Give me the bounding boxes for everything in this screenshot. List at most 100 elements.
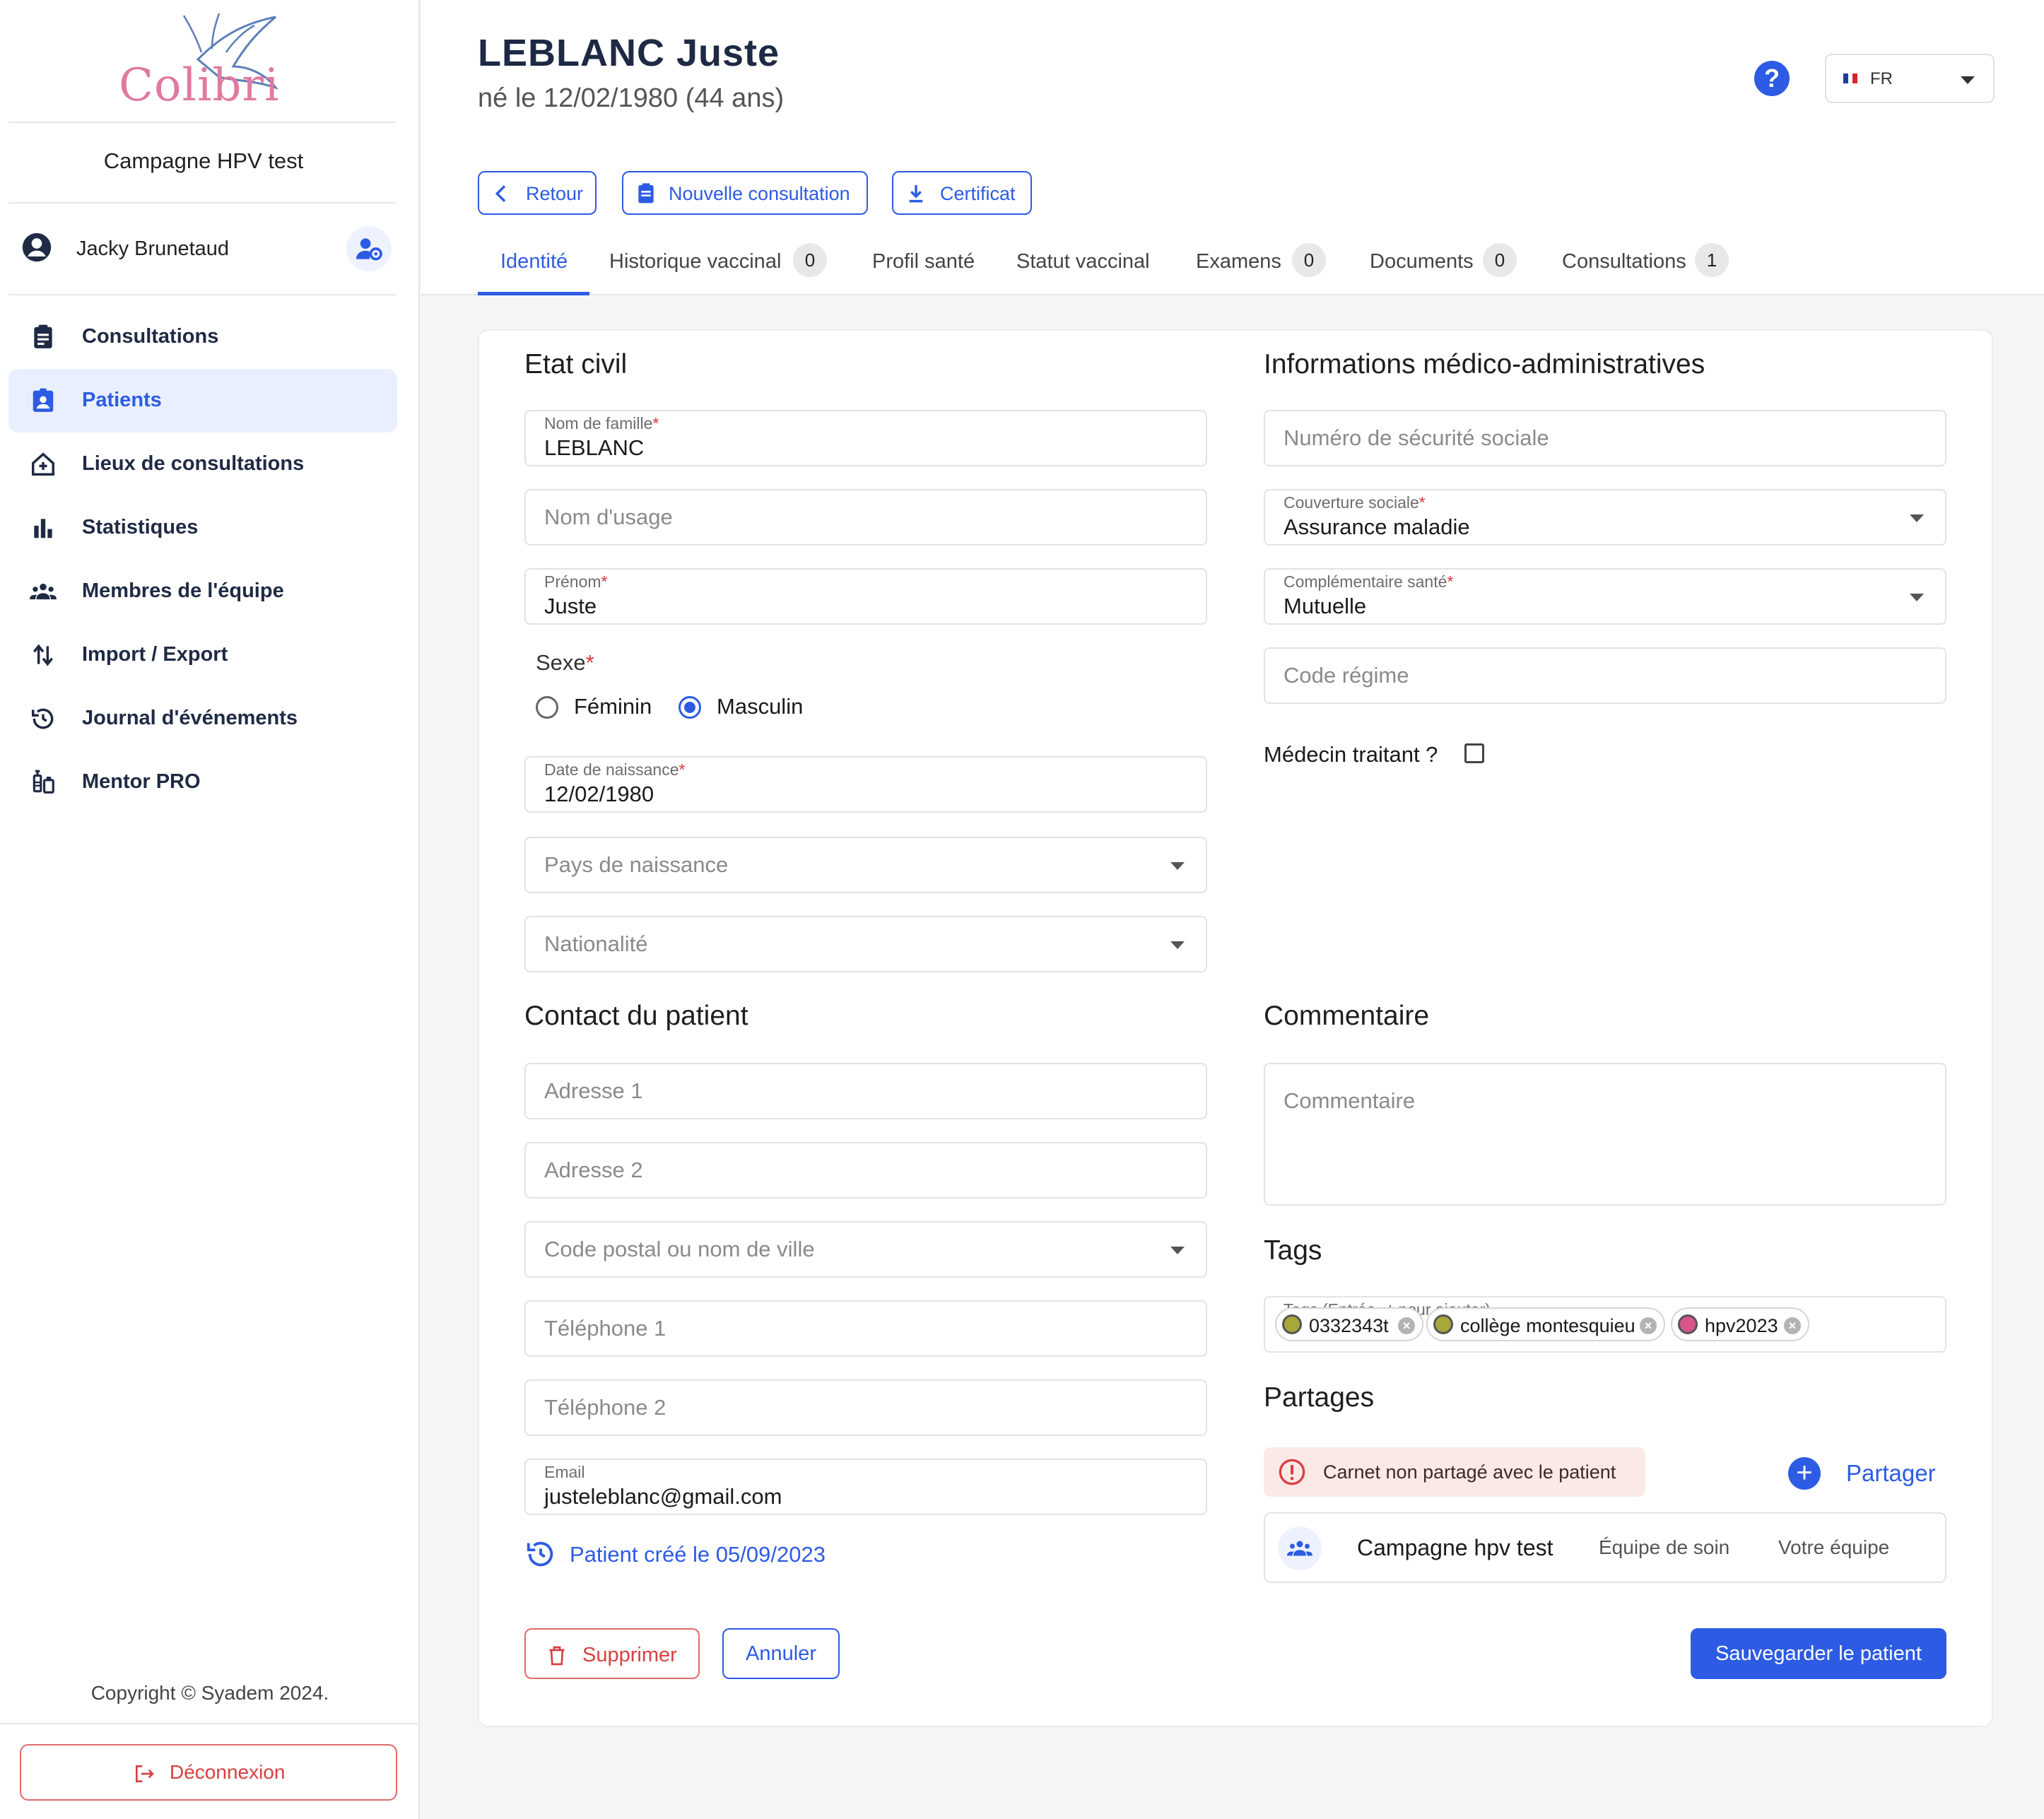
telephone1-field[interactable]: Téléphone 1	[524, 1300, 1207, 1357]
tag-color-dot	[1678, 1314, 1698, 1334]
sidebar-item-import-export[interactable]: Import / Export	[8, 623, 397, 687]
sidebar-item-membres[interactable]: Membres de l'équipe	[8, 560, 397, 623]
tag-label: hpv2023	[1705, 1315, 1778, 1336]
chevron-down-icon	[1170, 1247, 1185, 1254]
field-value: Assurance maladie	[1284, 514, 1470, 539]
section-title-commentaire: Commentaire	[1264, 1001, 1430, 1031]
history-icon	[527, 1541, 553, 1567]
field-value: justeleblanc@gmail.com	[544, 1484, 782, 1509]
prenom-field[interactable]: Prénom* Juste	[524, 568, 1207, 625]
tab-profil-sante[interactable]: Profil santé	[872, 233, 978, 295]
chevron-down-icon	[1910, 594, 1924, 601]
share-team-type: Équipe de soin	[1599, 1536, 1730, 1558]
field-placeholder: Pays de naissance	[544, 852, 729, 877]
divider	[8, 122, 396, 123]
share-team-owner: Votre équipe	[1778, 1536, 1890, 1558]
certificate-label: Certificat	[940, 183, 1016, 204]
field-label: Prénom*	[544, 572, 608, 591]
email-field[interactable]: Email justeleblanc@gmail.com	[524, 1459, 1207, 1515]
tab-label: Profil santé	[872, 250, 975, 273]
telephone2-field[interactable]: Téléphone 2	[524, 1379, 1207, 1436]
nom-famille-field[interactable]: Nom de famille* LEBLANC	[524, 410, 1207, 466]
back-button[interactable]: Retour	[478, 171, 597, 215]
field-placeholder: Adresse 2	[544, 1158, 643, 1182]
sidebar-item-label: Patients	[82, 389, 162, 411]
tab-count-badge: 1	[1695, 243, 1729, 277]
code-regime-field[interactable]: Code régime	[1264, 647, 1946, 704]
radio-masculin[interactable]	[679, 696, 701, 719]
tab-identite[interactable]: Identité	[478, 233, 589, 295]
adresse2-field[interactable]: Adresse 2	[524, 1142, 1207, 1199]
remove-tag-icon[interactable]: ×	[1398, 1317, 1415, 1334]
sidebar: Colibri Campagne HPV test Jacky Brunetau…	[0, 0, 420, 1819]
tag-chip: hpv2023 ×	[1671, 1307, 1809, 1341]
medecin-traitant-label: Médecin traitant ?	[1264, 742, 1438, 767]
radio-feminin[interactable]	[536, 696, 558, 719]
sidebar-item-patients[interactable]: Patients	[8, 369, 397, 432]
tab-statut-vaccinal[interactable]: Statut vaccinal	[1016, 233, 1158, 295]
sidebar-item-consultations[interactable]: Consultations	[8, 305, 397, 369]
sidebar-item-journal[interactable]: Journal d'événements	[8, 687, 397, 750]
medecin-traitant-checkbox[interactable]	[1464, 743, 1484, 763]
field-label: Complémentaire santé*	[1284, 572, 1454, 591]
tab-consultations[interactable]: Consultations 1	[1562, 233, 1732, 295]
patient-birth-date: né le 12/02/1980 (44 ans)	[478, 83, 785, 113]
complementaire-sante-select[interactable]: Complémentaire santé* Mutuelle	[1264, 568, 1946, 625]
logout-icon	[136, 1765, 154, 1782]
field-value: 12/02/1980	[544, 782, 654, 806]
chevron-down-icon	[1910, 514, 1924, 522]
nom-usage-field[interactable]: Nom d'usage	[524, 489, 1207, 546]
sidebar-item-statistiques[interactable]: Statistiques	[8, 496, 397, 560]
section-title-tags: Tags	[1264, 1235, 1322, 1266]
history-icon	[32, 708, 54, 729]
sidebar-item-mentor-pro[interactable]: Mentor PRO	[8, 750, 397, 814]
field-value: Mutuelle	[1284, 594, 1367, 618]
share-row: Campagne hpv test Équipe de soin Votre é…	[1264, 1512, 1946, 1583]
chevron-left-icon	[495, 185, 506, 202]
new-consultation-button[interactable]: Nouvelle consultation	[622, 171, 868, 215]
couverture-sociale-select[interactable]: Couverture sociale* Assurance maladie	[1264, 489, 1946, 546]
nationalite-select[interactable]: Nationalité	[524, 916, 1207, 972]
patient-created-link[interactable]: Patient créé le 05/09/2023	[524, 1538, 826, 1573]
sidebar-item-lieux[interactable]: Lieux de consultations	[8, 432, 397, 496]
sidebar-item-label: Mentor PRO	[82, 770, 201, 793]
language-select[interactable]: FR	[1825, 54, 1995, 103]
secu-field[interactable]: Numéro de sécurité sociale	[1264, 410, 1946, 466]
delete-button[interactable]: Supprimer	[524, 1628, 700, 1679]
tab-label: Examens	[1196, 250, 1281, 273]
remove-tag-icon[interactable]: ×	[1784, 1317, 1801, 1334]
field-label: Email	[544, 1463, 585, 1481]
code-postal-select[interactable]: Code postal ou nom de ville	[524, 1221, 1207, 1278]
patient-badge-icon	[33, 388, 54, 412]
tab-historique-vaccinal[interactable]: Historique vaccinal 0	[609, 233, 835, 295]
adresse1-field[interactable]: Adresse 1	[524, 1063, 1207, 1119]
remove-tag-icon[interactable]: ×	[1640, 1317, 1657, 1334]
commentaire-textarea[interactable]: Commentaire	[1264, 1063, 1946, 1206]
field-placeholder: Commentaire	[1284, 1088, 1416, 1113]
tab-label: Historique vaccinal	[609, 250, 782, 273]
user-settings-icon	[356, 238, 382, 261]
alert-circle-icon	[1279, 1459, 1305, 1485]
trash-icon	[549, 1646, 565, 1666]
section-title-etat-civil: Etat civil	[524, 349, 628, 379]
radio-label-feminin: Féminin	[574, 694, 652, 719]
logout-button[interactable]: Déconnexion	[20, 1744, 397, 1801]
tab-documents[interactable]: Documents 0	[1370, 233, 1518, 295]
user-settings-button[interactable]	[346, 226, 392, 271]
tab-count-badge: 0	[1292, 243, 1326, 277]
field-placeholder: Code postal ou nom de ville	[544, 1237, 815, 1261]
tag-label: 0332343t	[1309, 1315, 1389, 1336]
save-patient-button[interactable]: Sauvegarder le patient	[1691, 1628, 1946, 1679]
help-icon[interactable]: ?	[1754, 61, 1790, 96]
tag-color-dot	[1433, 1314, 1453, 1334]
pays-naissance-select[interactable]: Pays de naissance	[524, 837, 1207, 893]
tab-examens[interactable]: Examens 0	[1196, 233, 1330, 295]
cancel-button[interactable]: Annuler	[722, 1628, 840, 1679]
language-code: FR	[1870, 69, 1893, 88]
sidebar-item-label: Consultations	[82, 325, 219, 348]
home-plus-icon	[32, 452, 54, 476]
date-naissance-field[interactable]: Date de naissance* 12/02/1980	[524, 756, 1207, 813]
certificate-button[interactable]: Certificat	[892, 171, 1032, 215]
sidebar-item-label: Statistiques	[82, 516, 199, 538]
divider	[8, 294, 396, 295]
